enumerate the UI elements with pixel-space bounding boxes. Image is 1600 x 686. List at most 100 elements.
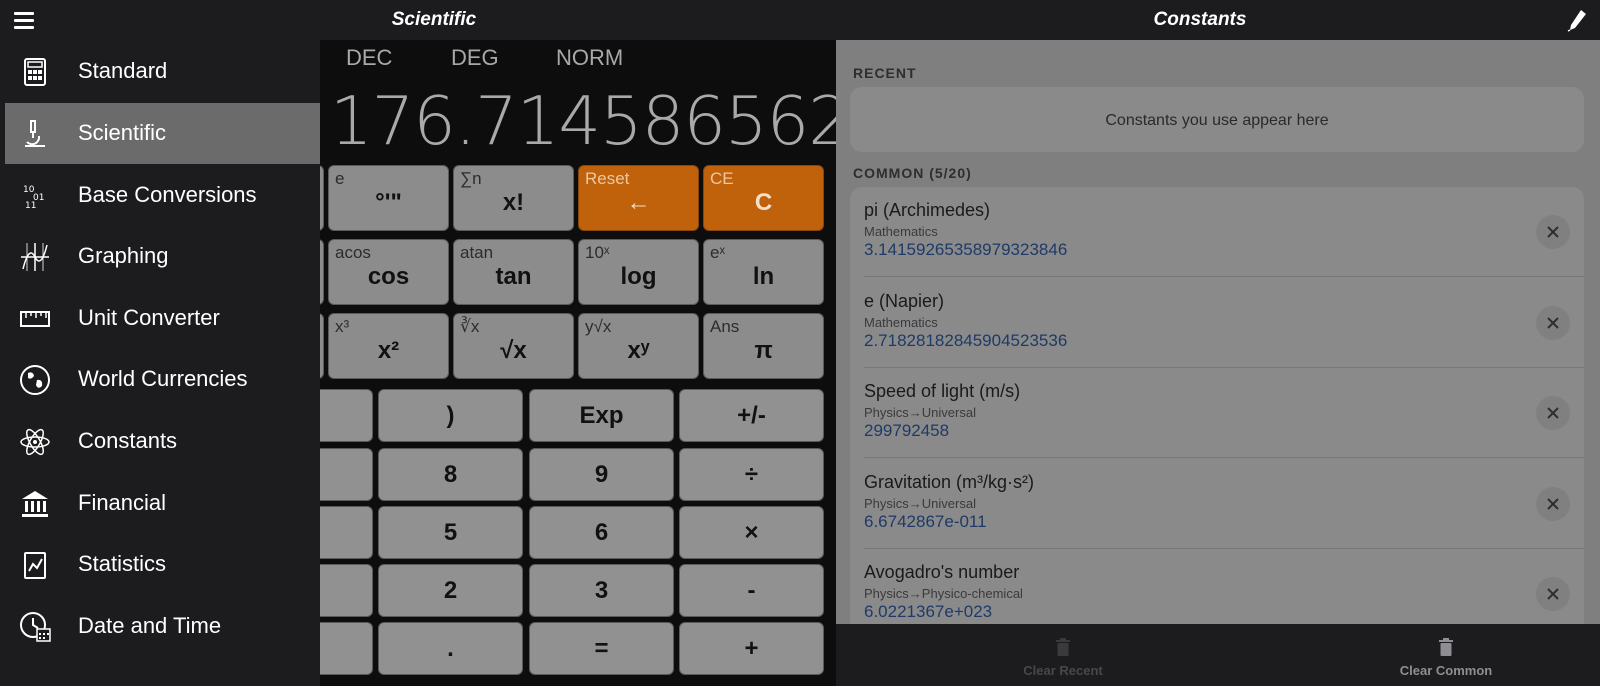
function-label: C: [754, 189, 773, 216]
sidebar-item-financial[interactable]: Financial: [5, 473, 320, 534]
sidebar-item-label: Graphing: [78, 243, 169, 268]
function-key[interactable]: e °'": [328, 165, 449, 231]
function-key[interactable]: y√x xʸ: [578, 313, 699, 379]
function-label: √x: [500, 337, 527, 364]
edit-icon[interactable]: [1566, 8, 1588, 32]
number-key[interactable]: 5: [378, 506, 523, 559]
constant-row[interactable]: Speed of light (m/s) Physics→Universal 299…: [850, 368, 1584, 458]
number-key[interactable]: 3: [529, 564, 674, 617]
display-format-mode[interactable]: NORM: [556, 45, 623, 71]
menu-icon[interactable]: [14, 10, 36, 30]
secondary-function-label: Reset: [585, 169, 630, 188]
function-label: ←: [626, 189, 651, 216]
constant-row[interactable]: Avogadro's number Physics→Physico-chemica…: [850, 549, 1584, 624]
function-key[interactable]: 10ˣ log: [578, 239, 699, 305]
number-key[interactable]: ×: [679, 506, 824, 559]
function-label: ln: [752, 263, 775, 290]
function-key[interactable]: eˣ ln: [703, 239, 824, 305]
function-key[interactable]: x³ x²: [328, 313, 449, 379]
function-key[interactable]: CE C: [703, 165, 824, 231]
number-key[interactable]: -: [679, 564, 824, 617]
function-label: log: [620, 263, 657, 290]
constant-category: Mathematics: [864, 314, 938, 330]
sidebar-item-label: World Currencies: [78, 366, 248, 391]
angle-unit-mode[interactable]: DEG: [451, 45, 499, 71]
constant-category: Physics→Physico-chemical: [864, 586, 1023, 601]
recent-empty-message: Constants you use appear here: [1105, 112, 1329, 129]
constant-value: 299792458: [864, 421, 950, 440]
function-label: cos: [367, 263, 410, 290]
function-key[interactable]: Ans π: [703, 313, 824, 379]
remove-constant-button[interactable]: [1536, 486, 1570, 521]
bottom-toolbar: Clear Recent Clear Common: [836, 624, 1600, 686]
function-key[interactable]: ∑n x!: [453, 165, 574, 231]
number-key[interactable]: ÷: [679, 448, 824, 501]
sidebar-item-statistics[interactable]: Statistics: [5, 534, 320, 595]
sidebar-item-graphing[interactable]: Graphing: [5, 226, 320, 287]
clear-common-button[interactable]: Clear Common: [1346, 624, 1546, 686]
constant-row[interactable]: pi (Archimedes) Mathematics 3.141592653589…: [850, 187, 1584, 277]
common-section-header: COMMON (5/20): [853, 165, 972, 181]
remove-constant-button[interactable]: [1536, 577, 1570, 611]
number-key[interactable]: .: [378, 622, 523, 675]
key-label: ×: [744, 518, 759, 546]
globe-icon: [19, 364, 51, 396]
sidebar-item-constants[interactable]: Constants: [5, 411, 320, 472]
remove-constant-button[interactable]: [1536, 305, 1570, 340]
constant-name: pi (Archimedes): [864, 200, 991, 220]
constant-name: Avogadro's number: [864, 562, 1020, 582]
constant-value: 6.0221367e+023: [864, 602, 993, 621]
top-bar: [0, 0, 1600, 40]
graph-icon: [19, 241, 51, 273]
calculator-icon: [19, 56, 51, 88]
calculator-title: Scientific: [391, 9, 477, 30]
constant-name: Speed of light (m/s): [864, 381, 1021, 401]
number-key[interactable]: +: [679, 622, 824, 675]
number-key[interactable]: 9: [529, 448, 674, 501]
clear-recent-button[interactable]: Clear Recent: [963, 624, 1163, 686]
remove-constant-button[interactable]: [1536, 396, 1570, 430]
function-key[interactable]: Reset ←: [578, 165, 699, 231]
ruler-icon: [19, 303, 51, 335]
constant-row[interactable]: Gravitation (m³/kg·s²) Physics→Universal 6…: [850, 459, 1584, 549]
sidebar: Standard Scientific 10 01 11 Base Conversions…: [0, 40, 320, 686]
function-key[interactable]: acos cos: [328, 239, 449, 305]
close-icon: [1547, 407, 1559, 419]
remove-constant-button[interactable]: [1536, 215, 1570, 249]
number-key[interactable]: +/-: [679, 389, 824, 442]
close-icon: [1547, 316, 1559, 329]
constant-value: 6.6742867e-011: [864, 511, 987, 531]
key-label: +: [744, 634, 759, 662]
number-key[interactable]: 6: [529, 506, 674, 559]
sidebar-item-unit-converter[interactable]: Unit Converter: [5, 288, 320, 349]
number-key[interactable]: Exp: [529, 389, 674, 442]
secondary-function-label: 10ˣ: [585, 243, 610, 262]
key-label: 9: [594, 460, 609, 488]
constant-name: Gravitation (m³/kg·s²): [864, 471, 1035, 492]
number-key[interactable]: =: [529, 622, 674, 675]
calculator-display: 176.7145865625: [330, 82, 892, 160]
sidebar-item-base-conversions[interactable]: 10 01 11 Base Conversions: [5, 165, 320, 226]
sidebar-item-date-and-time[interactable]: Date and Time: [5, 596, 320, 657]
sidebar-item-scientific[interactable]: Scientific: [5, 103, 320, 164]
number-key[interactable]: 8: [378, 448, 523, 501]
number-key[interactable]: ): [378, 389, 523, 442]
constant-row[interactable]: e (Napier) Mathematics 2.71828182845904523…: [850, 278, 1584, 368]
key-label: 6: [594, 518, 609, 546]
sidebar-item-standard[interactable]: Standard: [5, 41, 320, 102]
function-key[interactable]: atan tan: [453, 239, 574, 305]
clear-common-label: Clear Common: [1399, 663, 1493, 678]
number-key[interactable]: 2: [378, 564, 523, 617]
key-label: 5: [443, 518, 458, 546]
key-label: =: [594, 634, 609, 662]
clock-calendar-icon: [19, 611, 51, 643]
number-base-mode[interactable]: DEC: [346, 45, 392, 71]
key-label: ÷: [744, 460, 759, 488]
secondary-function-label: acos: [335, 243, 371, 262]
sidebar-item-label: Date and Time: [78, 613, 222, 638]
sidebar-item-label: Standard: [78, 58, 168, 83]
sidebar-item-label: Financial: [78, 490, 167, 515]
sidebar-item-world-currencies[interactable]: World Currencies: [5, 349, 320, 410]
function-key[interactable]: ∛x √x: [453, 313, 574, 379]
secondary-function-label: CE: [710, 169, 734, 188]
